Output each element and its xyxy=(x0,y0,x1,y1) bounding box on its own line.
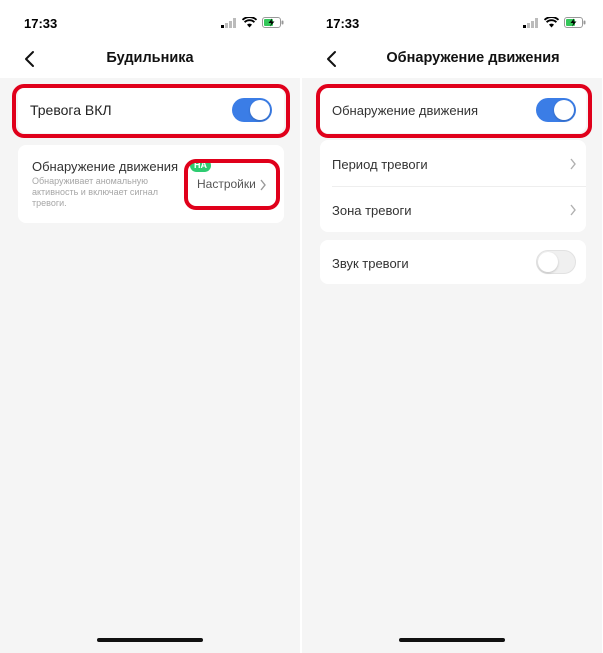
list-item-alarm-zone[interactable]: Зона тревоги xyxy=(320,187,586,232)
motion-description: Обнаруживает аномальную активность и вкл… xyxy=(32,176,158,209)
battery-charging-icon xyxy=(262,17,284,28)
motion-title: Обнаружение движения xyxy=(32,159,179,174)
description-line: Обнаруживает аномальную xyxy=(32,176,149,186)
status-icons xyxy=(221,17,284,28)
top-bar: 17:33 Обнаружение движения xyxy=(302,0,602,78)
page-title: Обнаружение движения xyxy=(386,50,560,66)
status-time: 17:33 xyxy=(24,16,58,31)
highlight-frame-alarm xyxy=(12,84,290,138)
signal-icon xyxy=(221,17,236,28)
alarm-sound-card: Звук тревоги xyxy=(320,240,586,284)
toggle-knob xyxy=(538,252,558,272)
alarm-options-card: Период тревоги Зона тревоги xyxy=(320,140,586,232)
status-time: 17:33 xyxy=(326,16,360,31)
page-title: Будильника xyxy=(106,50,194,66)
list-item-label: Зона тревоги xyxy=(332,203,412,218)
wifi-icon xyxy=(544,17,559,28)
back-arrow-icon[interactable] xyxy=(324,50,342,68)
phone-screen-motion-detection: 17:33 Обнаружение движения Обнаружение д… xyxy=(302,0,602,653)
phone-screen-alarm: 17:33 Будильника Тревога ВКЛ Обнаружение… xyxy=(0,0,300,653)
description-line: активность и включает сигнал xyxy=(32,187,158,197)
description-line: тревоги. xyxy=(32,198,67,208)
top-bar: 17:33 Будильника xyxy=(0,0,300,78)
chevron-right-icon xyxy=(570,158,576,170)
wifi-icon xyxy=(242,17,257,28)
alarm-sound-label: Звук тревоги xyxy=(332,256,409,271)
home-indicator xyxy=(399,638,505,642)
list-item-alarm-period[interactable]: Период тревоги xyxy=(320,140,586,186)
list-item-label: Период тревоги xyxy=(332,157,428,172)
signal-icon xyxy=(523,17,538,28)
status-icons xyxy=(523,17,586,28)
chevron-right-icon xyxy=(570,204,576,216)
highlight-frame-settings xyxy=(184,159,280,210)
highlight-frame-motion xyxy=(316,84,592,138)
home-indicator xyxy=(97,638,203,642)
alarm-sound-toggle[interactable] xyxy=(536,250,576,274)
battery-charging-icon xyxy=(564,17,586,28)
